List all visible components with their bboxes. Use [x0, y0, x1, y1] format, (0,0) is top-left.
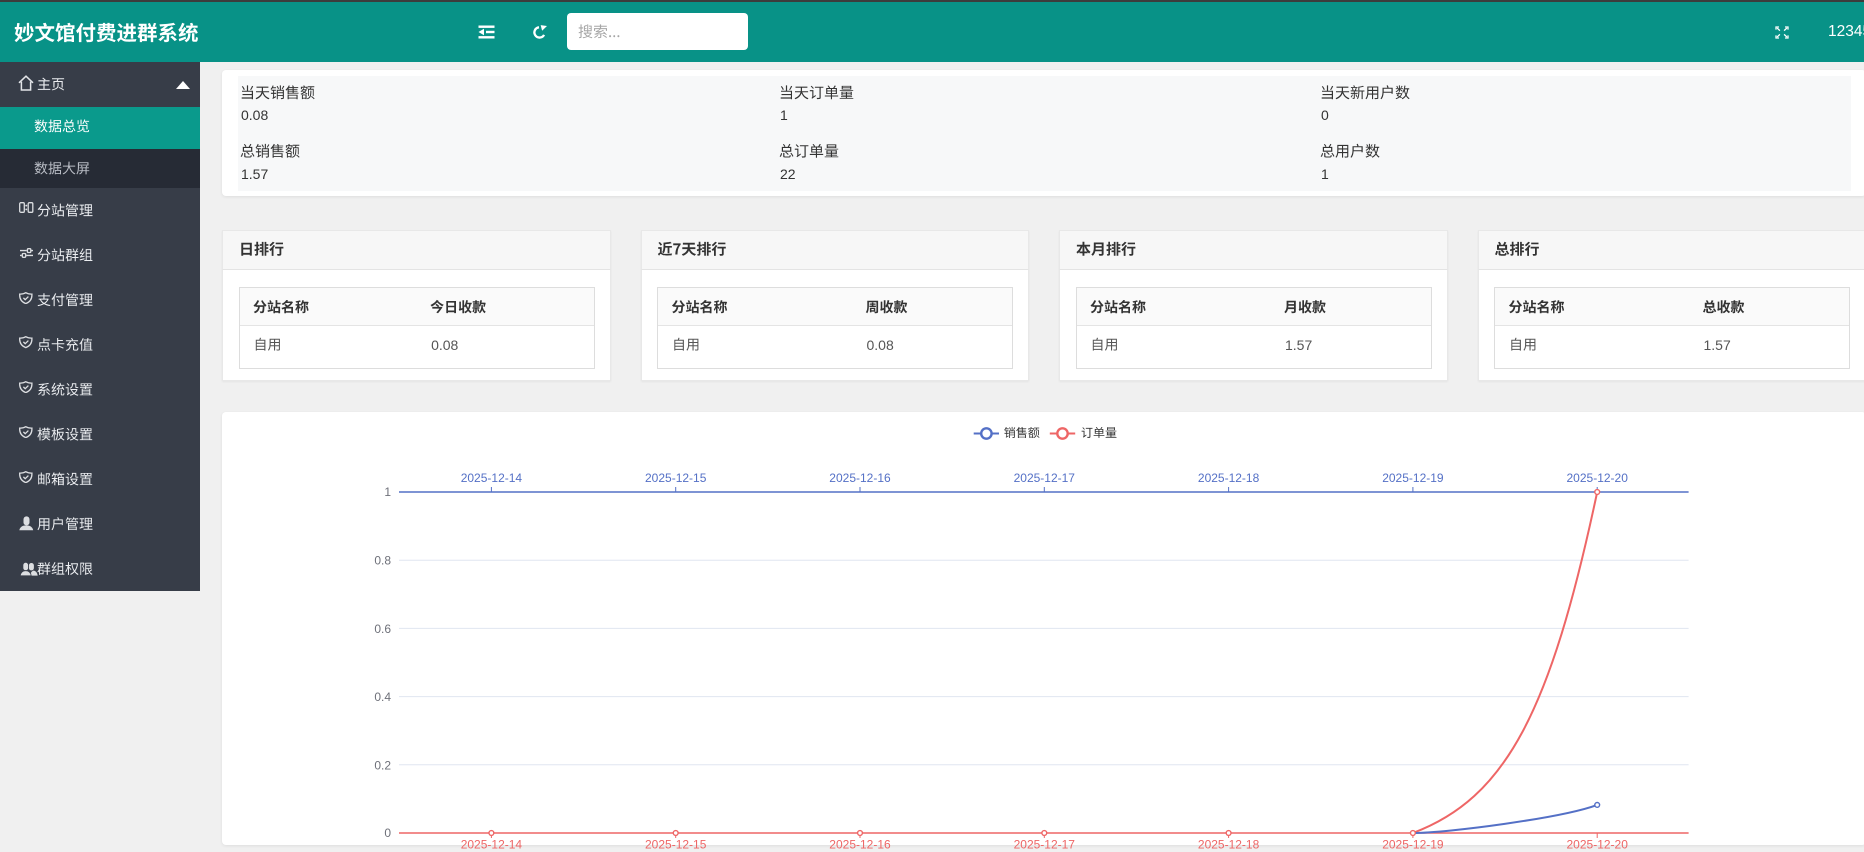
svg-text:2025-12-15: 2025-12-15	[645, 471, 707, 485]
svg-text:2025-12-16: 2025-12-16	[829, 837, 891, 851]
svg-text:2025-12-17: 2025-12-17	[1014, 471, 1076, 485]
svg-text:2025-12-14: 2025-12-14	[461, 837, 523, 851]
svg-text:0.4: 0.4	[374, 690, 391, 704]
svg-text:2025-12-14: 2025-12-14	[461, 471, 523, 485]
svg-text:1: 1	[384, 485, 391, 499]
svg-text:2025-12-20: 2025-12-20	[1567, 471, 1629, 485]
svg-text:2025-12-19: 2025-12-19	[1382, 471, 1444, 485]
svg-text:2025-12-20: 2025-12-20	[1567, 837, 1629, 851]
svg-text:2025-12-17: 2025-12-17	[1014, 837, 1076, 851]
svg-text:0.6: 0.6	[374, 621, 391, 635]
svg-text:2025-12-18: 2025-12-18	[1198, 471, 1260, 485]
svg-text:2025-12-18: 2025-12-18	[1198, 837, 1260, 851]
svg-text:0: 0	[384, 826, 391, 840]
svg-text:0.8: 0.8	[374, 553, 391, 567]
svg-text:2025-12-15: 2025-12-15	[645, 837, 707, 851]
svg-text:2025-12-16: 2025-12-16	[829, 471, 891, 485]
svg-text:0.2: 0.2	[374, 758, 391, 772]
svg-text:2025-12-19: 2025-12-19	[1382, 837, 1444, 851]
